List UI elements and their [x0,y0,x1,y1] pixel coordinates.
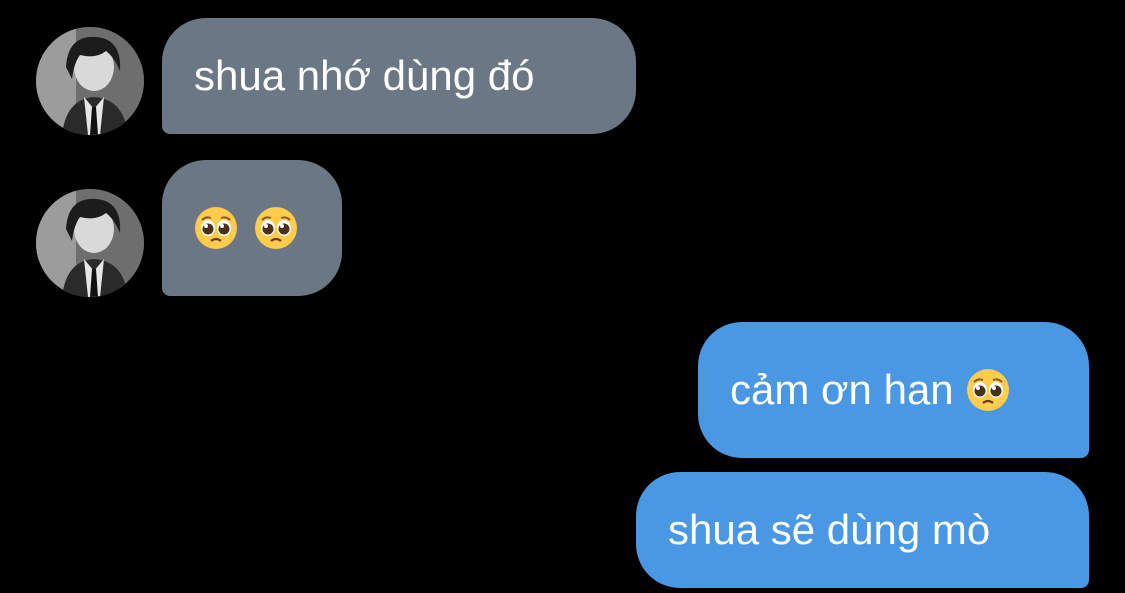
message-text: cảm ơn han [730,366,954,413]
outgoing-message-bubble[interactable]: cảm ơn han [698,322,1089,458]
message-text: shua sẽ dùng mò [668,506,991,553]
chat-thread: shua nhớ dùng đó cảm ơn han shua sẽ dùng… [0,0,1125,593]
pleading-face-icon [194,206,238,250]
outgoing-message-bubble[interactable]: shua sẽ dùng mò [636,472,1089,588]
incoming-message-bubble[interactable] [162,160,342,296]
pleading-face-icon [254,206,298,250]
avatar[interactable] [36,189,144,297]
pleading-face-icon [965,368,1010,412]
incoming-message-bubble[interactable]: shua nhớ dùng đó [162,18,636,134]
avatar[interactable] [36,27,144,135]
message-text: shua nhớ dùng đó [194,52,535,99]
